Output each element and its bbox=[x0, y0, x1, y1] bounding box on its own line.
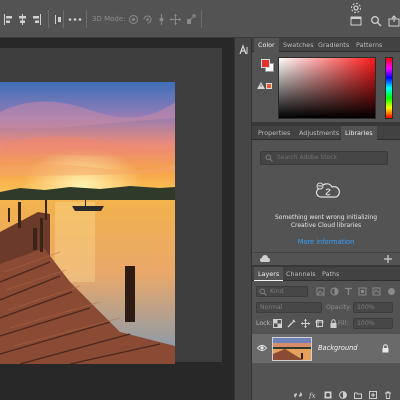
tab-color[interactable]: Color bbox=[254, 38, 279, 52]
layers-panel-tabs: Layers Channels Paths bbox=[252, 267, 400, 281]
layer-thumbnail bbox=[272, 337, 312, 361]
add-icon[interactable] bbox=[384, 255, 392, 263]
svg-text:fx: fx bbox=[309, 392, 316, 399]
new-group-icon[interactable] bbox=[354, 391, 362, 399]
options-bar: 3D Mode: bbox=[0, 0, 400, 38]
3d-scale-icon[interactable] bbox=[185, 14, 196, 25]
filter-adjustment-icon[interactable] bbox=[330, 287, 339, 296]
align-right-icon[interactable] bbox=[31, 14, 42, 25]
search-icon[interactable] bbox=[370, 15, 382, 27]
creative-cloud-error-icon bbox=[315, 182, 340, 198]
share-icon[interactable] bbox=[388, 15, 400, 27]
lock-icon[interactable] bbox=[382, 344, 389, 353]
error-line-1: Something went wrong initializing bbox=[274, 214, 378, 221]
trash-icon[interactable] bbox=[384, 391, 392, 399]
more-information-link[interactable]: More information bbox=[258, 238, 394, 246]
tab-libraries[interactable]: Libraries bbox=[341, 126, 377, 140]
tab-swatches[interactable]: Swatches bbox=[279, 38, 318, 52]
opacity-field[interactable]: 100% bbox=[353, 302, 393, 313]
character-panel-icon[interactable] bbox=[238, 44, 250, 56]
settings-icon[interactable] bbox=[350, 2, 362, 14]
tab-channels[interactable]: Channels bbox=[282, 267, 320, 281]
lock-artboard-icon[interactable] bbox=[315, 319, 324, 328]
tab-paths[interactable]: Paths bbox=[318, 267, 343, 281]
collapsed-panel-strip bbox=[234, 38, 252, 400]
in-gamut-color-swatch[interactable] bbox=[266, 83, 272, 89]
add-mask-icon[interactable] bbox=[324, 391, 332, 399]
layer-filter-select[interactable]: Kind bbox=[256, 286, 308, 297]
blend-mode-select[interactable]: Normal bbox=[256, 302, 322, 313]
lock-label: Lock: bbox=[256, 320, 273, 327]
lock-position-icon[interactable] bbox=[301, 319, 310, 328]
filter-smart-object-icon[interactable] bbox=[372, 287, 381, 296]
align-left-icon[interactable] bbox=[3, 14, 14, 25]
tab-gradients[interactable]: Gradients bbox=[314, 38, 353, 52]
layer-name[interactable]: Background bbox=[318, 344, 357, 352]
new-layer-icon[interactable] bbox=[369, 391, 377, 399]
libraries-panel-tabs: Properties Adjustments Libraries bbox=[252, 126, 400, 140]
search-icon bbox=[259, 288, 267, 296]
layer-thumbnail-image bbox=[273, 338, 311, 360]
layer-style-icon[interactable]: fx bbox=[309, 391, 317, 399]
color-picker-field[interactable] bbox=[278, 57, 376, 119]
search-placeholder: Search Adobe Stock bbox=[277, 154, 338, 161]
tab-adjustments[interactable]: Adjustments bbox=[295, 126, 343, 140]
adjustment-layer-icon[interactable] bbox=[339, 391, 347, 399]
eye-icon[interactable] bbox=[257, 344, 267, 352]
sunset-pier-photo bbox=[0, 82, 175, 364]
error-line-2: Creative Cloud libraries bbox=[290, 222, 362, 229]
3d-orbit-icon[interactable] bbox=[128, 14, 139, 25]
separator bbox=[63, 10, 64, 28]
search-icon bbox=[265, 154, 273, 162]
right-panels: Color Swatches Gradients Patterns Proper… bbox=[252, 38, 400, 400]
3d-roll-icon[interactable] bbox=[142, 14, 153, 25]
workspace-icon[interactable] bbox=[350, 15, 362, 27]
cloud-sync-icon[interactable] bbox=[260, 255, 270, 263]
layer-row-background[interactable]: Background bbox=[252, 334, 400, 363]
align-center-icon[interactable] bbox=[17, 14, 28, 25]
more-options-icon[interactable] bbox=[68, 14, 82, 25]
lock-image-pixels-icon[interactable] bbox=[287, 319, 296, 328]
filter-toggle-icon[interactable] bbox=[387, 287, 396, 296]
opacity-label: Opacity: bbox=[326, 304, 352, 311]
filter-type-icon[interactable] bbox=[344, 287, 353, 296]
lock-all-icon[interactable] bbox=[329, 319, 338, 328]
fill-label: Fill: bbox=[338, 320, 349, 327]
filter-shape-icon[interactable] bbox=[358, 287, 367, 296]
hue-slider[interactable] bbox=[385, 57, 393, 119]
tab-layers[interactable]: Layers bbox=[254, 267, 284, 281]
separator bbox=[201, 10, 202, 28]
tab-patterns[interactable]: Patterns bbox=[352, 38, 386, 52]
gamut-warning-icon bbox=[257, 82, 265, 89]
fill-field[interactable]: 100% bbox=[353, 318, 393, 329]
separator bbox=[48, 10, 49, 28]
filter-kind-label: Kind bbox=[270, 288, 284, 295]
canvas-image[interactable] bbox=[0, 82, 175, 364]
library-error-message: Something went wrong initializing Creati… bbox=[258, 214, 394, 230]
tab-properties[interactable]: Properties bbox=[254, 126, 294, 140]
link-layers-icon[interactable] bbox=[294, 391, 302, 399]
3d-slide-icon[interactable] bbox=[170, 14, 181, 25]
lock-transparent-pixels-icon[interactable] bbox=[273, 319, 282, 328]
3d-pan-icon[interactable] bbox=[156, 14, 167, 25]
libraries-footer bbox=[252, 252, 400, 265]
filter-pixel-icon[interactable] bbox=[316, 287, 325, 296]
layers-footer: fx bbox=[252, 390, 400, 400]
library-search-input[interactable]: Search Adobe Stock bbox=[260, 151, 388, 165]
separator bbox=[86, 10, 87, 28]
color-panel-tabs: Color Swatches Gradients Patterns bbox=[252, 38, 400, 52]
foreground-color-swatch[interactable] bbox=[261, 59, 270, 68]
3d-mode-label: 3D Mode: bbox=[92, 15, 126, 23]
